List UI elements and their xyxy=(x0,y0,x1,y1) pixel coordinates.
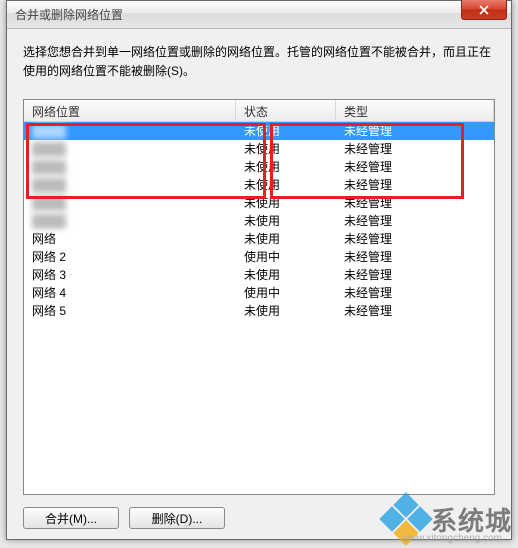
table-row[interactable]: ████未使用未经管理 xyxy=(24,176,494,194)
cell-name: ████ xyxy=(24,194,236,212)
cell-type: 未经管理 xyxy=(336,158,494,176)
network-list[interactable]: 网络位置 状态 类型 ████未使用未经管理████未使用未经管理████未使用… xyxy=(23,99,495,495)
cell-type: 未经管理 xyxy=(336,122,494,140)
cell-name: ████ xyxy=(24,140,236,158)
cell-type: 未经管理 xyxy=(336,266,494,284)
table-row[interactable]: 网络 4使用中未经管理 xyxy=(24,284,494,302)
cell-status: 未使用 xyxy=(236,140,336,158)
table-row[interactable]: ████未使用未经管理 xyxy=(24,212,494,230)
table-row[interactable]: 网络 2使用中未经管理 xyxy=(24,248,494,266)
cell-type: 未经管理 xyxy=(336,176,494,194)
table-row[interactable]: ████未使用未经管理 xyxy=(24,158,494,176)
column-header-type[interactable]: 类型 xyxy=(336,100,494,121)
table-row[interactable]: 网络未使用未经管理 xyxy=(24,230,494,248)
cell-status: 未使用 xyxy=(236,302,336,320)
cell-status: 未使用 xyxy=(236,122,336,140)
cell-type: 未经管理 xyxy=(336,302,494,320)
cell-status: 未使用 xyxy=(236,158,336,176)
dialog-window: 合并或删除网络位置 选择您想合并到单一网络位置或删除的网络位置。托管的网络位置不… xyxy=(6,0,512,540)
cell-name: ████ xyxy=(24,158,236,176)
cell-type: 未经管理 xyxy=(336,284,494,302)
button-bar: 合并(M)... 删除(D)... xyxy=(23,507,495,529)
cell-status: 未使用 xyxy=(236,194,336,212)
close-button[interactable] xyxy=(461,0,507,20)
window-title: 合并或删除网络位置 xyxy=(15,6,123,23)
cell-name: 网络 4 xyxy=(24,284,236,302)
cell-status: 未使用 xyxy=(236,176,336,194)
merge-button[interactable]: 合并(M)... xyxy=(23,507,119,529)
delete-button[interactable]: 删除(D)... xyxy=(129,507,225,529)
cell-status: 使用中 xyxy=(236,248,336,266)
cell-name: ████ xyxy=(24,212,236,230)
cell-name: 网络 xyxy=(24,230,236,248)
cell-name: ████ xyxy=(24,176,236,194)
cell-name: 网络 2 xyxy=(24,248,236,266)
cell-type: 未经管理 xyxy=(336,248,494,266)
list-rows: ████未使用未经管理████未使用未经管理████未使用未经管理████未使用… xyxy=(24,122,494,320)
table-row[interactable]: 网络 3未使用未经管理 xyxy=(24,266,494,284)
cell-type: 未经管理 xyxy=(336,194,494,212)
cell-name: 网络 5 xyxy=(24,302,236,320)
description-text: 选择您想合并到单一网络位置或删除的网络位置。托管的网络位置不能被合并，而且正在使… xyxy=(23,43,495,81)
dialog-content: 选择您想合并到单一网络位置或删除的网络位置。托管的网络位置不能被合并，而且正在使… xyxy=(7,29,511,539)
cell-type: 未经管理 xyxy=(336,230,494,248)
cell-status: 未使用 xyxy=(236,266,336,284)
cell-status: 使用中 xyxy=(236,284,336,302)
cell-status: 未使用 xyxy=(236,230,336,248)
cell-name: ████ xyxy=(24,122,236,140)
close-icon xyxy=(479,5,489,15)
titlebar: 合并或删除网络位置 xyxy=(7,1,511,29)
table-row[interactable]: 网络 5未使用未经管理 xyxy=(24,302,494,320)
column-header-name[interactable]: 网络位置 xyxy=(24,100,236,121)
cell-status: 未使用 xyxy=(236,212,336,230)
table-row[interactable]: ████未使用未经管理 xyxy=(24,194,494,212)
table-row[interactable]: ████未使用未经管理 xyxy=(24,140,494,158)
list-header: 网络位置 状态 类型 xyxy=(24,100,494,122)
cell-type: 未经管理 xyxy=(336,140,494,158)
cell-type: 未经管理 xyxy=(336,212,494,230)
column-header-status[interactable]: 状态 xyxy=(236,100,336,121)
cell-name: 网络 3 xyxy=(24,266,236,284)
table-row[interactable]: ████未使用未经管理 xyxy=(24,122,494,140)
